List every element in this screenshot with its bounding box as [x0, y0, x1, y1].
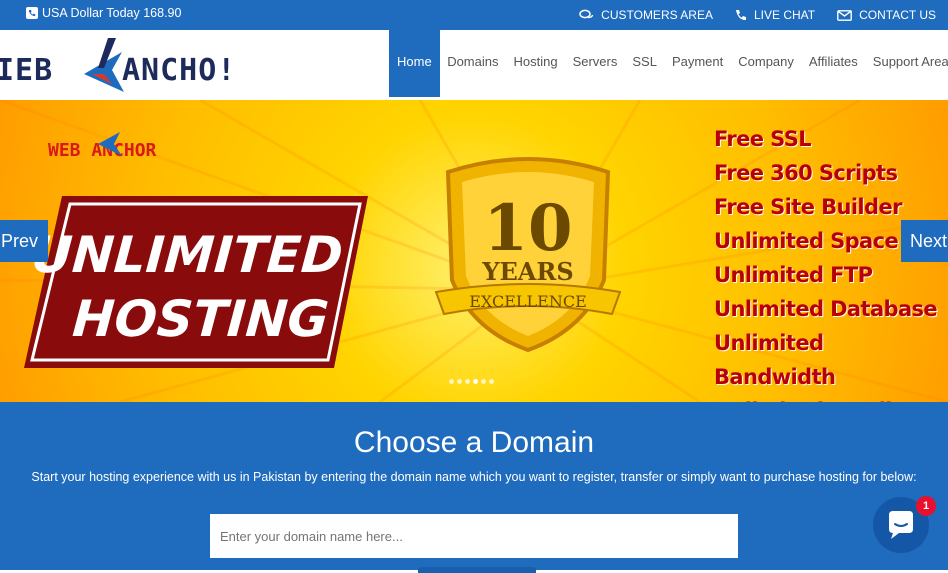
nav-home[interactable]: Home — [389, 30, 440, 97]
headline-line1: UNLIMITED — [30, 226, 345, 284]
live-chat-link[interactable]: LIVE CHAT — [735, 8, 815, 22]
chat-widget-button[interactable]: 1 — [873, 496, 936, 553]
currency-rate: USA Dollar Today 168.90 — [26, 6, 181, 20]
nav-affiliates[interactable]: Affiliates — [801, 30, 865, 98]
ten-years-shield: 10 YEARS EXCELLENCE — [434, 157, 622, 353]
main-menu: Home Domains Hosting Servers SSL Payment… — [389, 30, 948, 98]
slider-dot[interactable] — [457, 379, 462, 384]
customers-area-label: CUSTOMERS AREA — [601, 8, 713, 22]
nav-domains[interactable]: Domains — [440, 30, 506, 98]
domain-search-section: Choose a Domain Start your hosting exper… — [0, 402, 948, 573]
nav-servers[interactable]: Servers — [565, 30, 625, 98]
slider-dot[interactable] — [489, 379, 494, 384]
feature-item: Unlimited Bandwidth — [714, 331, 836, 389]
nav-ssl[interactable]: SSL — [625, 30, 665, 98]
contact-us-label: CONTACT US — [859, 8, 936, 22]
main-navbar: IEB ANCHO! Home Domains Hosting Servers … — [0, 30, 948, 100]
features-list: Free SSL Free 360 Scripts Free Site Buil… — [714, 122, 948, 402]
nav-support-area[interactable]: Support Area — [865, 30, 948, 98]
nav-payment[interactable]: Payment — [664, 30, 730, 98]
feature-item: Unlimited Email Address — [714, 394, 948, 402]
slider-dot[interactable] — [481, 379, 486, 384]
slider-dot[interactable] — [449, 379, 454, 384]
chat-bubbles-icon — [579, 9, 594, 19]
phone-square-icon — [26, 7, 38, 19]
feature-item: Unlimited FTP — [714, 263, 873, 287]
nav-hosting[interactable]: Hosting — [506, 30, 565, 98]
feature-item: Free Site Builder — [714, 195, 902, 219]
domain-search-input[interactable] — [210, 514, 738, 558]
hero-slider: WEB ANCHOR UNLIMITED HOSTING 10 YEARS EX… — [0, 100, 948, 402]
domain-description: Start your hosting experience with us in… — [31, 470, 917, 484]
headline-line2: HOSTING — [71, 290, 331, 348]
feature-item: Free SSL — [714, 127, 812, 151]
search-button-edge[interactable] — [418, 567, 536, 573]
slider-next-button[interactable]: Next — [901, 220, 948, 262]
customers-area-link[interactable]: CUSTOMERS AREA — [579, 8, 713, 22]
feature-item: Free 360 Scripts — [714, 161, 898, 185]
contact-us-link[interactable]: CONTACT US — [837, 8, 936, 22]
domain-title: Choose a Domain — [353, 426, 595, 459]
slider-dots — [449, 379, 494, 384]
badge-number: 10 — [483, 191, 572, 266]
phone-icon — [735, 10, 746, 21]
envelope-icon — [837, 9, 852, 21]
live-chat-label: LIVE CHAT — [753, 8, 816, 22]
badge-ribbon: EXCELLENCE — [469, 292, 587, 311]
slider-dot[interactable] — [473, 379, 478, 384]
logo-mark: IEB ANCHO! — [0, 38, 236, 92]
top-bar: USA Dollar Today 168.90 CUSTOMERS AREA L… — [0, 0, 948, 30]
chat-unread-badge: 1 — [916, 496, 936, 516]
site-logo[interactable]: IEB ANCHO! — [0, 34, 250, 100]
slider-dot[interactable] — [465, 379, 470, 384]
svg-text:IEB: IEB — [0, 53, 53, 88]
feature-item: Unlimited Database — [714, 297, 938, 321]
slider-prev-button[interactable]: Prev — [0, 220, 48, 262]
nav-company[interactable]: Company — [731, 30, 802, 98]
currency-rate-text: USA Dollar Today 168.90 — [42, 6, 182, 20]
badge-years: YEARS — [481, 257, 573, 286]
svg-text:ANCHO!: ANCHO! — [122, 53, 236, 88]
